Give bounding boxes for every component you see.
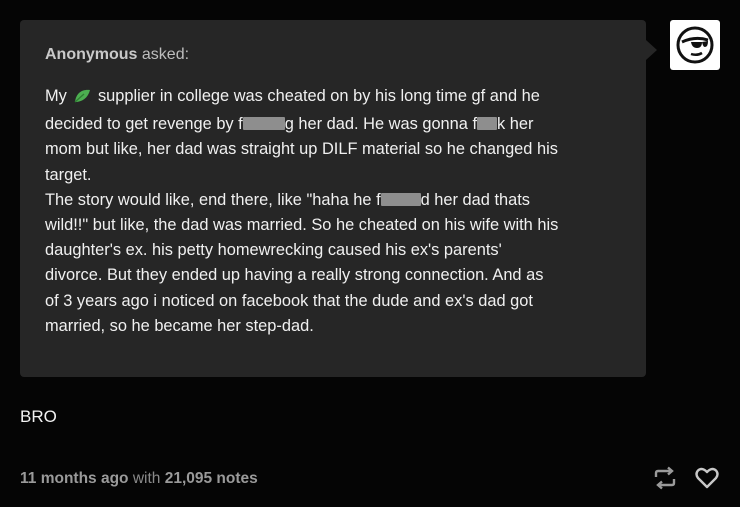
question-line: of 3 years ago i noticed on facebook tha… xyxy=(45,291,533,310)
line-text: d her dad thats xyxy=(420,190,530,209)
leaf-icon xyxy=(73,87,91,112)
line-text: g her dad. He was gonna f xyxy=(284,115,478,134)
line-text: The story would like, end there, like "h… xyxy=(45,190,381,209)
line-text: supplier in college was cheated on by hi… xyxy=(93,87,540,105)
line-text: k her xyxy=(497,115,534,134)
asked-label: asked: xyxy=(141,46,190,63)
line-text: My xyxy=(45,87,72,105)
like-button[interactable] xyxy=(694,465,720,491)
question-line: wild!!" but like, the dad was married. S… xyxy=(45,216,559,235)
blog-avatar[interactable] xyxy=(670,20,720,70)
redaction-block xyxy=(477,117,498,131)
question-line: My supplier in college was cheated on by… xyxy=(45,84,626,112)
sunglasses-face-icon xyxy=(676,26,714,64)
notes-count[interactable]: 21,095 notes xyxy=(165,470,258,487)
question-line: The story would like, end there, like "h… xyxy=(45,188,626,213)
line-text: decided to get revenge by f xyxy=(45,115,243,134)
question-line: divorce. But they ended up having a real… xyxy=(45,266,544,285)
redaction-block xyxy=(242,117,285,131)
reblog-icon xyxy=(654,466,676,490)
question-text: My supplier in college was cheated on by… xyxy=(45,84,626,339)
redaction-block xyxy=(380,192,421,206)
asker-name[interactable]: Anonymous xyxy=(45,46,137,63)
answer-text: BRO xyxy=(20,407,57,426)
question-line: mom but like, her dad was straight up DI… xyxy=(45,140,558,159)
reblog-button[interactable] xyxy=(652,466,678,490)
question-line: decided to get revenge by f g her dad. He… xyxy=(45,112,626,137)
question-line: married, so he became her step-dad. xyxy=(45,316,314,335)
post-timestamp[interactable]: 11 months ago xyxy=(20,470,129,487)
asker-line: Anonymous asked: xyxy=(45,46,626,64)
heart-icon xyxy=(695,467,719,489)
question-line: daughter's ex. his petty homewrecking ca… xyxy=(45,241,502,260)
post-footer: 11 months ago with 21,095 notes xyxy=(20,470,258,488)
question-line: target. xyxy=(45,165,92,184)
ask-bubble: Anonymous asked: My supplier in college … xyxy=(20,20,657,377)
footer-connector: with xyxy=(128,470,165,487)
